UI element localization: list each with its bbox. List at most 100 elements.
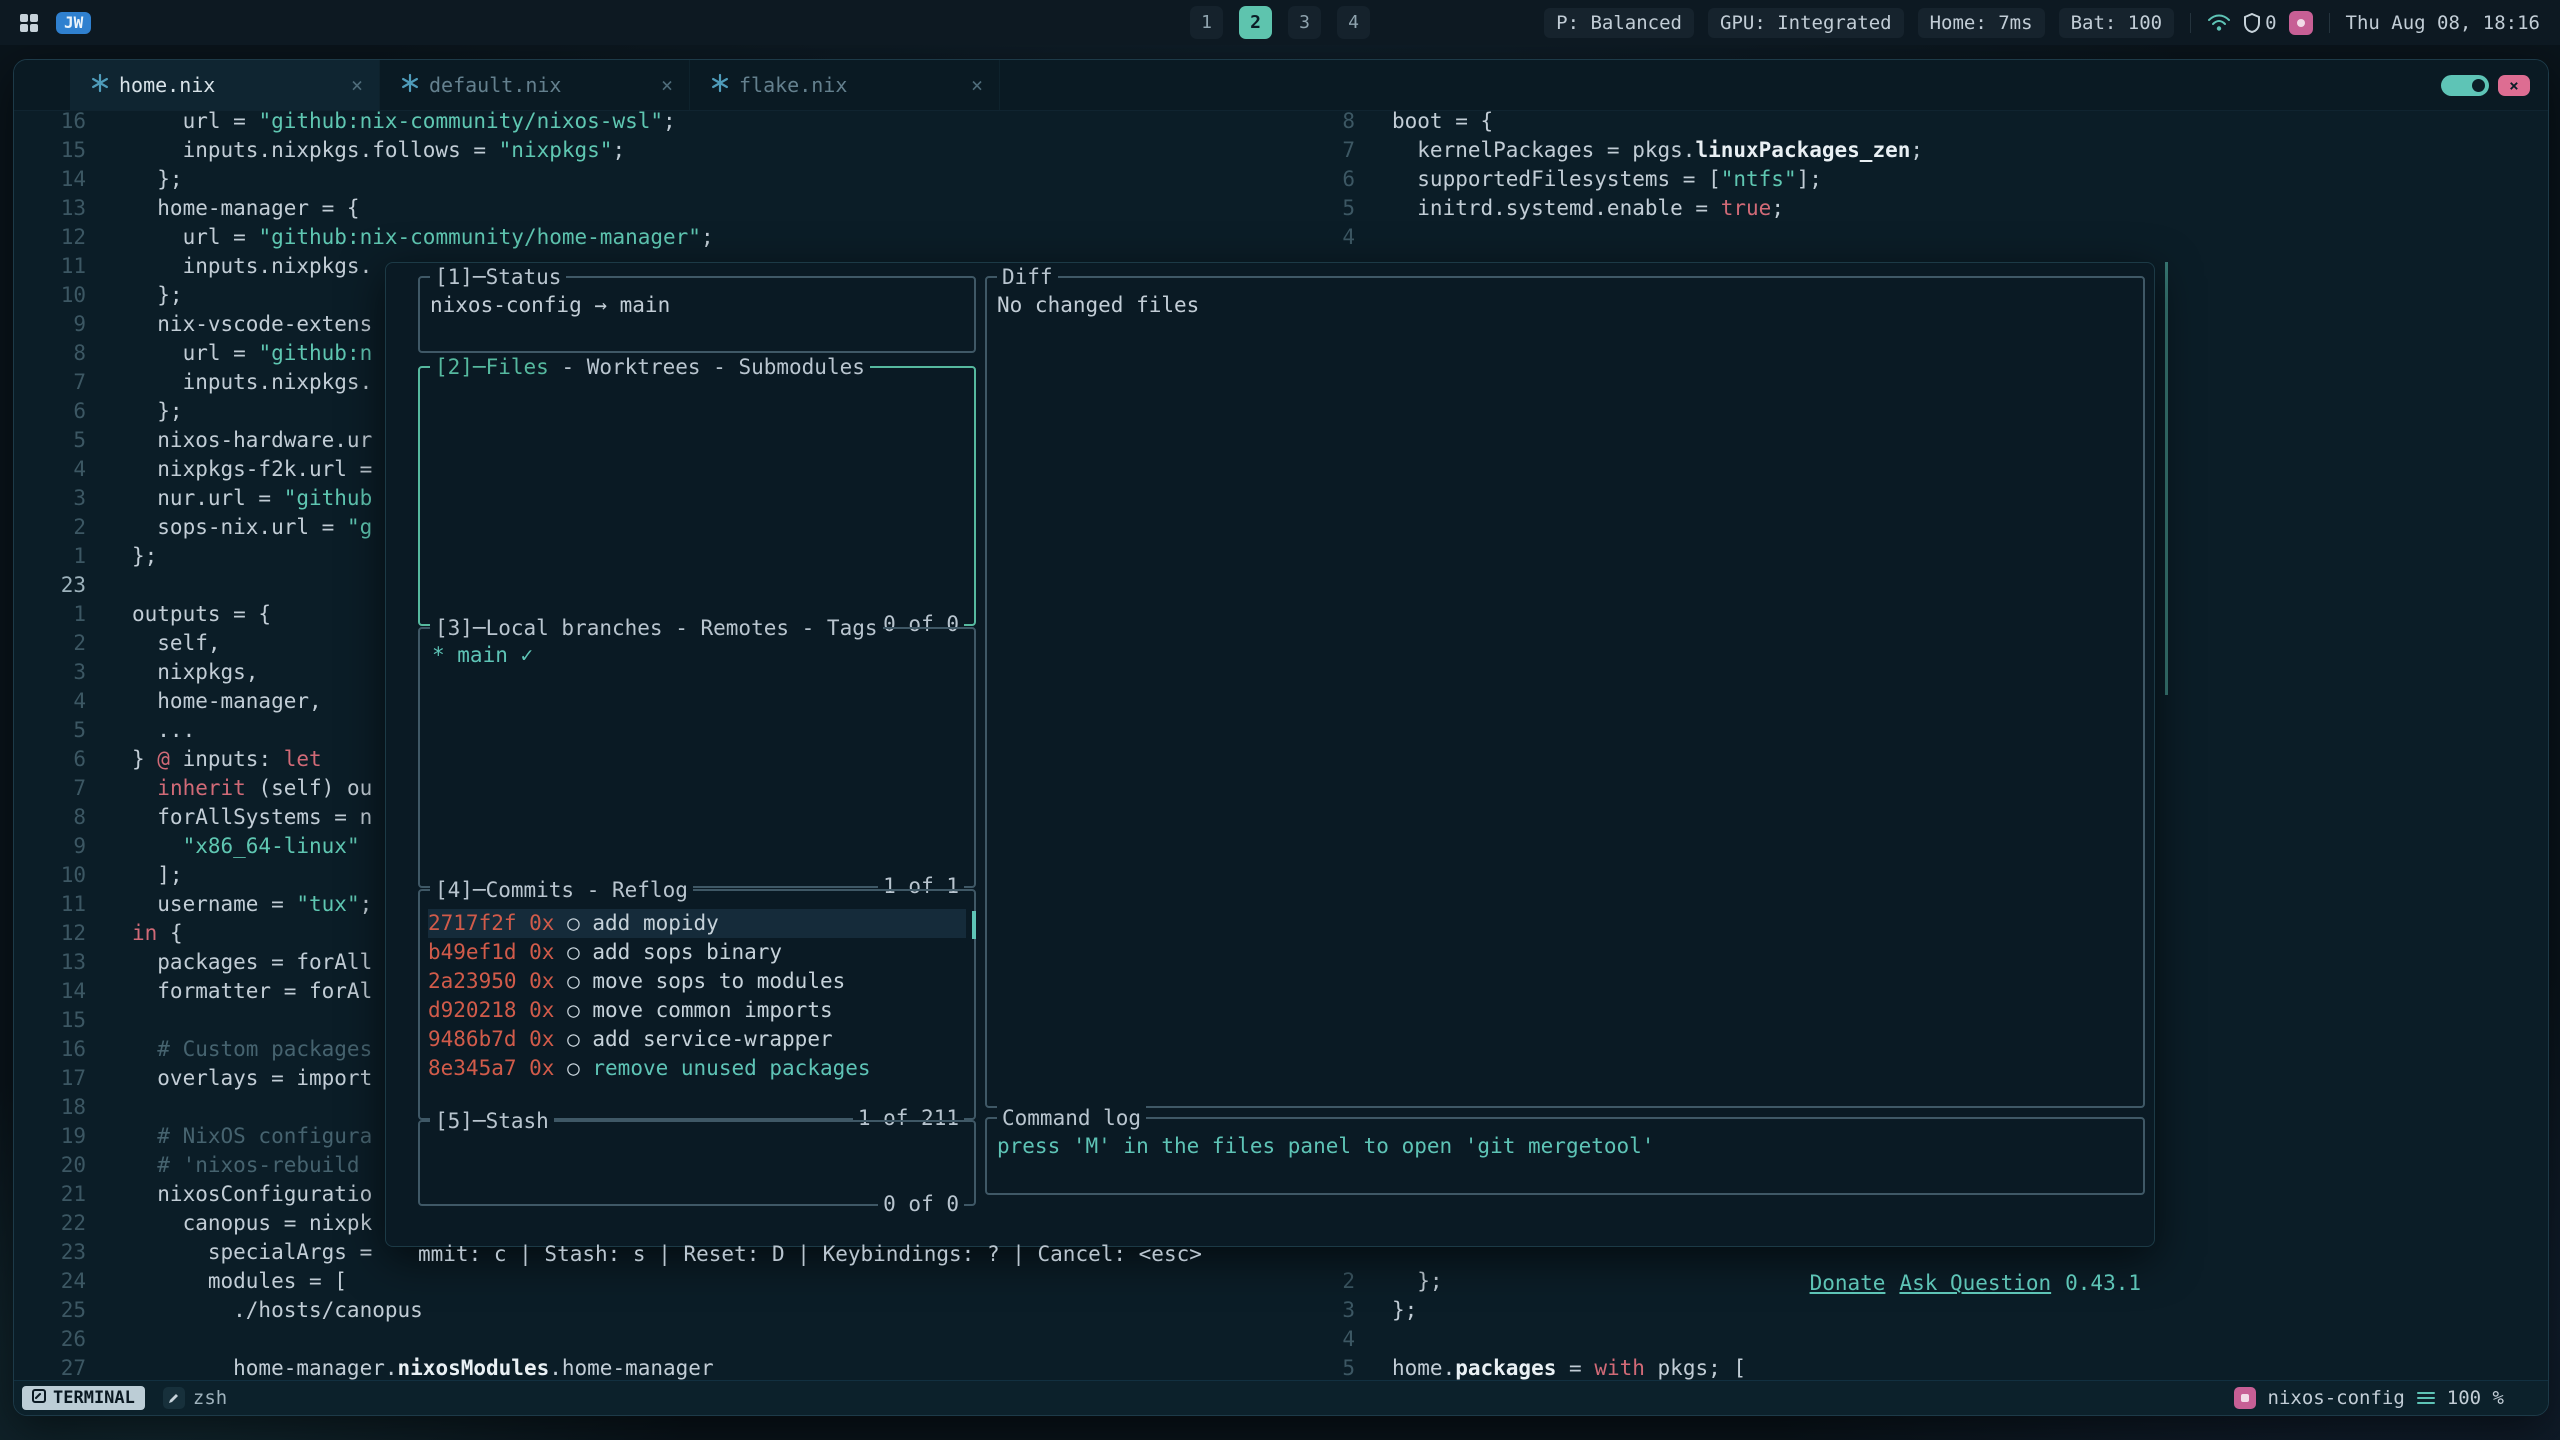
tab-flake.nix[interactable]: flake.nix × — [690, 60, 1000, 110]
code-segment: nixpkgs, — [132, 660, 258, 684]
line-number: 8 — [14, 339, 86, 368]
tab-home.nix[interactable]: home.nix× — [70, 60, 380, 110]
commit-node-icon: ○ — [567, 969, 592, 993]
shield-count: 0 — [2265, 12, 2276, 34]
panel-title: Diff — [997, 263, 1058, 292]
workspace-button-1[interactable]: 1 — [1190, 6, 1223, 39]
line-number: 1 — [14, 600, 86, 629]
shell-tab[interactable]: zsh — [163, 1387, 227, 1409]
window-close-button[interactable]: × — [2498, 75, 2530, 96]
code-segment: "github:n — [258, 341, 372, 365]
code-segment: packages = forAll — [132, 950, 372, 974]
terminal-mode-chip[interactable]: TERMINAL — [22, 1386, 145, 1410]
commit-hash: 9486b7d — [428, 1027, 517, 1051]
wifi-icon[interactable] — [2207, 13, 2231, 33]
diff-content: No changed files — [987, 278, 2143, 333]
code-text: nixosConfiguratio — [132, 1180, 372, 1209]
link-ask-question[interactable]: Ask Question — [1899, 1271, 2051, 1295]
lazygit-files-panel[interactable]: [2]─Files - Worktrees - Submodules 0 of … — [418, 366, 976, 626]
line-number: 15 — [14, 1006, 86, 1035]
line-number: 4 — [14, 455, 86, 484]
clock[interactable]: Thu Aug 08, 18:16 — [2346, 12, 2540, 34]
commit-row[interactable]: d920218 0x ○ move common imports — [428, 996, 966, 1025]
commit-message: move sops to modules — [592, 969, 845, 993]
commit-message: add service-wrapper — [592, 1027, 832, 1051]
user-badge[interactable]: JW — [56, 12, 91, 34]
tab-close-icon[interactable]: × — [661, 73, 673, 97]
link-donate[interactable]: Donate — [1810, 1271, 1886, 1295]
app-launcher-icon[interactable] — [18, 12, 40, 34]
lazygit-status-panel[interactable]: [1]─Status nixos-config → main — [418, 276, 976, 353]
code-line: 6 supportedFilesystems = ["ntfs"]; — [14, 165, 2548, 194]
code-text: inputs.nixpkgs. — [132, 368, 372, 397]
code-segment: # Custom packages — [132, 1037, 372, 1061]
code-segment: home-manager, — [132, 689, 322, 713]
line-number: 4 — [1283, 1325, 1355, 1354]
code-segment: ]; — [1797, 167, 1822, 191]
tab-default.nix[interactable]: default.nix × — [380, 60, 690, 110]
line-number: 23 — [14, 1238, 86, 1267]
commit-message: add sops binary — [592, 940, 782, 964]
code-segment: pkgs; [ — [1645, 1356, 1746, 1380]
line-number: 2 — [14, 629, 86, 658]
commit-author: 0x — [517, 998, 568, 1022]
code-text: nixpkgs, — [132, 658, 258, 687]
code-text: ]; — [132, 861, 183, 890]
layout-toggle-button[interactable] — [2441, 75, 2489, 96]
notification-shield[interactable]: 0 — [2243, 12, 2276, 34]
line-number: 4 — [1283, 223, 1355, 252]
commit-row[interactable]: 2a23950 0x ○ move sops to modules — [428, 967, 966, 996]
nix-snowflake-icon — [400, 73, 420, 98]
lazygit-diff-panel[interactable]: Diff No changed files — [985, 276, 2145, 1108]
panel-title: [1]─Status — [430, 263, 566, 292]
workspace-button-3[interactable]: 3 — [1288, 6, 1321, 39]
code-segment: outputs = { — [132, 602, 271, 626]
commit-row[interactable]: 9486b7d 0x ○ add service-wrapper — [428, 1025, 966, 1054]
commit-row[interactable]: 8e345a7 0x ○ remove unused packages — [428, 1054, 966, 1083]
code-text: forAllSystems = n — [132, 803, 372, 832]
lazygit-stash-panel[interactable]: [5]─Stash 0 of 0 — [418, 1120, 976, 1206]
workspace-button-4[interactable]: 4 — [1337, 6, 1370, 39]
line-number: 3 — [1283, 1296, 1355, 1325]
session-icon — [2234, 1387, 2256, 1409]
code-text: # NixOS configura — [132, 1122, 372, 1151]
line-number: 6 — [14, 745, 86, 774]
line-number: 16 — [14, 1035, 86, 1064]
tab-label: default.nix — [429, 73, 561, 97]
lazygit-command-log-panel[interactable]: Command log press 'M' in the files panel… — [985, 1117, 2145, 1195]
code-text: username = "tux"; — [132, 890, 372, 919]
code-segment: }; — [132, 544, 157, 568]
tab-bar: home.nix× default.nix × flake.nix × × — [14, 60, 2548, 111]
indicator-icon[interactable] — [2289, 11, 2313, 35]
right-pane-scrollbar[interactable] — [2165, 262, 2168, 695]
tab-close-icon[interactable]: × — [971, 73, 983, 97]
line-number: 3 — [14, 658, 86, 687]
code-segment: inherit — [157, 776, 246, 800]
code-line: 4 — [14, 1325, 2548, 1354]
line-number: 5 — [1283, 1354, 1355, 1383]
commit-row[interactable]: b49ef1d 0x ○ add sops binary — [428, 938, 966, 967]
line-number: 21 — [14, 1180, 86, 1209]
lazygit-version: 0.43.1 — [2065, 1271, 2141, 1295]
code-text: nur.url = "github — [132, 484, 372, 513]
code-text: nixpkgs-f2k.url = — [132, 455, 372, 484]
workspace-button-2[interactable]: 2 — [1239, 6, 1272, 39]
code-segment: (self) ou — [246, 776, 372, 800]
divider — [2190, 13, 2191, 33]
pen-icon — [163, 1387, 185, 1409]
panel-title: Command log — [997, 1104, 1146, 1133]
commit-node-icon: ○ — [567, 1027, 592, 1051]
session-name[interactable]: nixos-config — [2268, 1387, 2405, 1409]
commit-row[interactable]: 2717f2f 0x ○ add mopidy — [428, 909, 966, 938]
code-segment: username = — [132, 892, 296, 916]
lazygit-branches-panel[interactable]: [3]─Local branches - Remotes - Tags * ma… — [418, 627, 976, 888]
lazygit-commits-panel[interactable]: [4]─Commits - Reflog 2717f2f 0x ○ add mo… — [418, 889, 976, 1120]
code-text: inherit (self) ou — [132, 774, 372, 803]
tab-close-icon[interactable]: × — [351, 73, 363, 97]
code-text: "x86_64-linux" — [132, 832, 360, 861]
menu-icon[interactable] — [2417, 1391, 2435, 1405]
code-segment — [132, 834, 183, 858]
code-text: inputs.nixpkgs. — [132, 252, 372, 281]
tab-label: flake.nix — [739, 73, 847, 97]
commits-scrollbar[interactable] — [972, 911, 976, 939]
